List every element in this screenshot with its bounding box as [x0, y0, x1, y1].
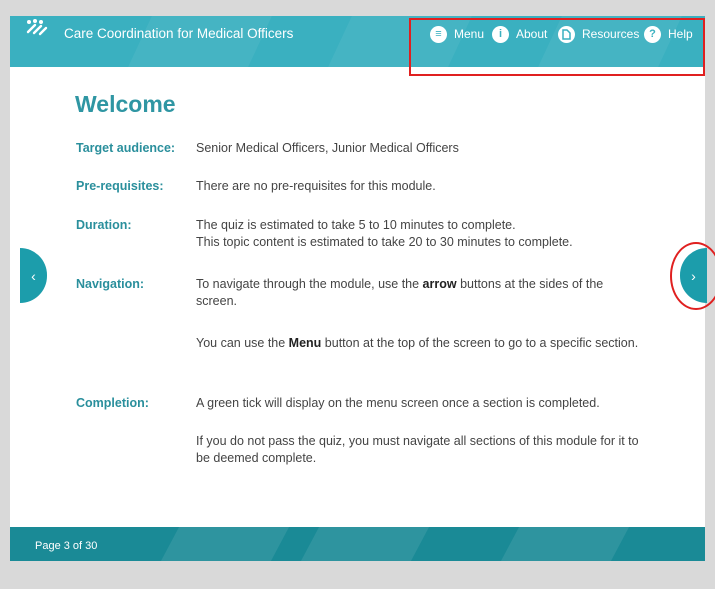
- navigation-text: To navigate through the module, use the: [196, 277, 423, 291]
- navigation-paragraph-1: To navigate through the module, use the …: [196, 276, 646, 310]
- prerequisites-label: Pre-requisites:: [76, 179, 164, 193]
- menu-button[interactable]: ≡ Menu: [430, 25, 484, 43]
- app-title: Care Coordination for Medical Officers: [64, 26, 294, 41]
- navigation-paragraph-2: You can use the Menu button at the top o…: [196, 335, 646, 352]
- prerequisites-text: There are no pre-requisites for this mod…: [196, 179, 436, 193]
- menu-icon: ≡: [430, 25, 447, 43]
- resources-icon: [558, 25, 575, 43]
- about-label: About: [516, 27, 548, 41]
- duration-text: The quiz is estimated to take 5 to 10 mi…: [196, 217, 646, 251]
- navigation-text: You can use the: [196, 336, 289, 350]
- help-icon: ?: [644, 25, 661, 43]
- arrow-keyword: arrow: [422, 277, 457, 291]
- resources-button[interactable]: Resources: [558, 25, 639, 43]
- chevron-right-icon: ›: [691, 267, 696, 284]
- navigation-text: button at the top of the screen to go to…: [321, 336, 639, 350]
- completion-paragraph-2: If you do not pass the quiz, you must na…: [196, 434, 639, 465]
- help-button[interactable]: ? Help: [644, 25, 693, 43]
- footer-wedge: [300, 527, 430, 561]
- about-button[interactable]: i About: [492, 25, 547, 43]
- footer-wedge: [160, 527, 290, 561]
- navigation-label: Navigation:: [76, 277, 145, 291]
- menu-label: Menu: [454, 27, 485, 41]
- target-audience-text: Senior Medical Officers, Junior Medical …: [196, 141, 459, 155]
- footer-wedge: [500, 527, 630, 561]
- target-audience-label: Target audience:: [76, 141, 176, 155]
- info-icon: i: [492, 25, 509, 43]
- chevron-left-icon: ‹: [31, 267, 36, 284]
- duration-topic-text: This topic content is estimated to take …: [196, 235, 573, 249]
- page-title: Welcome: [75, 91, 176, 117]
- logo-icon: [26, 19, 48, 36]
- duration-label: Duration:: [76, 218, 132, 232]
- resources-label: Resources: [582, 27, 640, 41]
- page-indicator: Page 3 of 30: [35, 540, 98, 552]
- help-label: Help: [668, 27, 693, 41]
- duration-quiz-text: The quiz is estimated to take 5 to 10 mi…: [196, 218, 516, 232]
- footer-bar: Page 3 of 30: [10, 527, 705, 561]
- completion-paragraph-1: A green tick will display on the menu sc…: [196, 396, 600, 410]
- completion-label: Completion:: [76, 396, 149, 410]
- menu-keyword: Menu: [288, 336, 322, 350]
